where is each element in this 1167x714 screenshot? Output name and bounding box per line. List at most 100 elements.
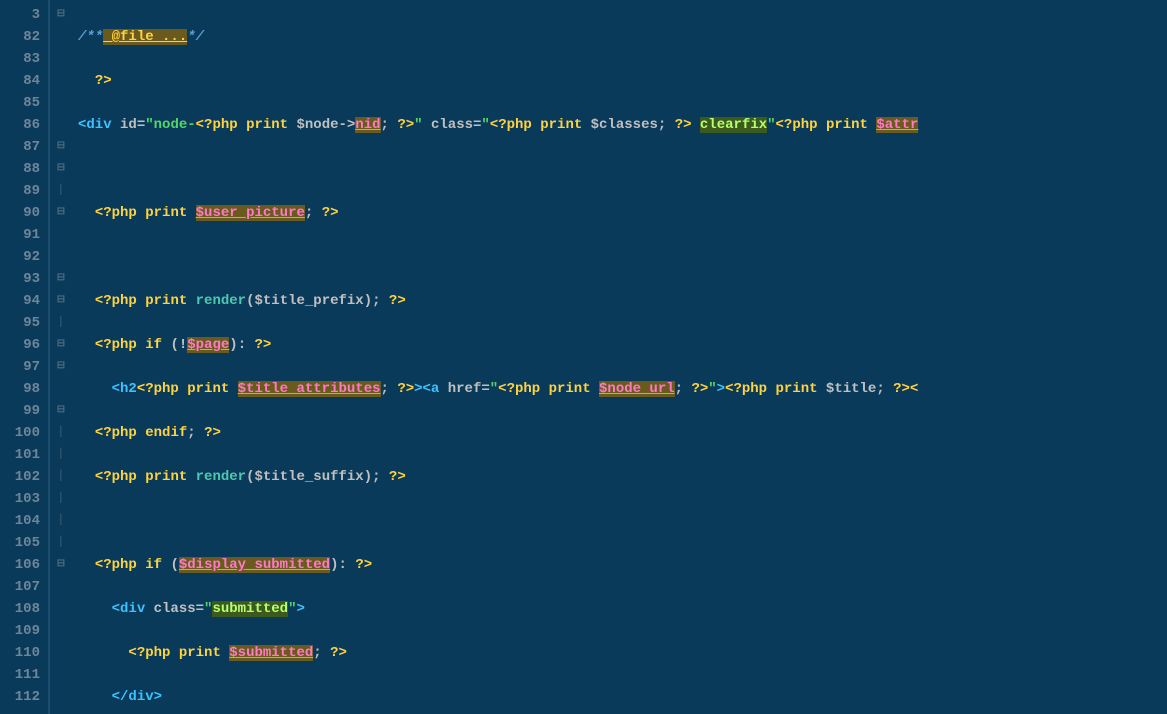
code-line[interactable]: <?php print $submitted; ?> xyxy=(78,642,918,664)
line-number[interactable]: 110 xyxy=(0,642,40,664)
php-close: ?> xyxy=(255,337,272,353)
line-number[interactable]: 94 xyxy=(0,290,40,312)
line-number[interactable]: 97 xyxy=(0,356,40,378)
fold-toggle-icon[interactable]: ⊟ xyxy=(52,356,70,378)
eq: = xyxy=(196,601,204,617)
func: render xyxy=(196,469,246,485)
code-line[interactable]: ?> xyxy=(78,70,918,92)
php-close: ?>< xyxy=(893,381,918,397)
php-close: ?> xyxy=(204,425,221,441)
line-number[interactable]: 93 xyxy=(0,268,40,290)
code-line[interactable]: <?php if ($display_submitted): ?> xyxy=(78,554,918,576)
fold-toggle-icon[interactable]: │ xyxy=(52,510,70,532)
line-number[interactable]: 96 xyxy=(0,334,40,356)
fold-toggle-icon[interactable]: ⊟ xyxy=(52,290,70,312)
fold-toggle-icon[interactable]: ⊟ xyxy=(52,202,70,224)
line-number[interactable]: 95 xyxy=(0,312,40,334)
highlighted-var: $attr xyxy=(876,117,918,133)
code-line[interactable]: <h2<?php print $title_attributes; ?>><a … xyxy=(78,378,918,400)
folded-region[interactable]: @file ... xyxy=(103,29,187,45)
line-number[interactable]: 98 xyxy=(0,378,40,400)
line-number[interactable]: 104 xyxy=(0,510,40,532)
php-close: ?> xyxy=(355,557,372,573)
line-number[interactable]: 99 xyxy=(0,400,40,422)
code-editor[interactable]: 3828384858687888990919293949596979899100… xyxy=(0,0,1167,714)
fold-toggle-icon[interactable]: │ xyxy=(52,532,70,554)
line-number[interactable]: 84 xyxy=(0,70,40,92)
code-line[interactable]: </div> xyxy=(78,686,918,708)
fold-toggle-icon[interactable]: │ xyxy=(52,180,70,202)
line-number[interactable]: 88 xyxy=(0,158,40,180)
php-open: <?php xyxy=(95,337,145,353)
fold-toggle-icon[interactable]: ⊟ xyxy=(52,334,70,356)
code-line[interactable] xyxy=(78,158,918,180)
line-number-gutter[interactable]: 3828384858687888990919293949596979899100… xyxy=(0,0,50,714)
line-number[interactable]: 91 xyxy=(0,224,40,246)
op: -> xyxy=(339,117,356,133)
paren: ) xyxy=(229,337,237,353)
eq: = xyxy=(481,381,489,397)
line-number[interactable]: 100 xyxy=(0,422,40,444)
line-number[interactable]: 108 xyxy=(0,598,40,620)
line-number[interactable]: 85 xyxy=(0,92,40,114)
php-open: <?php xyxy=(95,469,145,485)
line-number[interactable]: 102 xyxy=(0,466,40,488)
quote: " xyxy=(145,117,153,133)
fold-spacer xyxy=(52,224,70,246)
fold-toggle-icon[interactable]: ⊟ xyxy=(52,554,70,576)
line-number[interactable]: 83 xyxy=(0,48,40,70)
var: $title_suffix xyxy=(254,469,363,485)
line-number[interactable]: 107 xyxy=(0,576,40,598)
quote: " xyxy=(481,117,489,133)
fold-toggle-icon[interactable]: │ xyxy=(52,488,70,510)
highlighted-var: $node_url xyxy=(599,381,675,397)
code-line[interactable]: <?php if (!$page): ?> xyxy=(78,334,918,356)
line-number[interactable]: 111 xyxy=(0,664,40,686)
fold-toggle-icon[interactable]: │ xyxy=(52,444,70,466)
code-line[interactable]: <?php print render($title_prefix); ?> xyxy=(78,290,918,312)
fold-toggle-icon[interactable]: │ xyxy=(52,422,70,444)
code-line[interactable] xyxy=(78,510,918,532)
func: render xyxy=(196,293,246,309)
fold-toggle-icon[interactable]: ⊟ xyxy=(52,158,70,180)
fold-toggle-icon[interactable]: ⊟ xyxy=(52,4,70,26)
line-number[interactable]: 89 xyxy=(0,180,40,202)
line-number[interactable]: 112 xyxy=(0,686,40,708)
line-number[interactable]: 106 xyxy=(0,554,40,576)
line-number[interactable]: 90 xyxy=(0,202,40,224)
line-number[interactable]: 86 xyxy=(0,114,40,136)
code-line[interactable]: /** @file ...*/ xyxy=(78,26,918,48)
code-line[interactable] xyxy=(78,246,918,268)
code-area[interactable]: /** @file ...*/ ?> <div id="node-<?php p… xyxy=(72,0,918,714)
code-line[interactable]: <?php print render($title_suffix); ?> xyxy=(78,466,918,488)
code-line[interactable]: <div class="submitted"> xyxy=(78,598,918,620)
fold-toggle-icon[interactable]: ⊟ xyxy=(52,136,70,158)
kw: print xyxy=(246,117,296,133)
fold-toggle-icon[interactable]: │ xyxy=(52,466,70,488)
code-line[interactable]: <?php print $user_picture; ?> xyxy=(78,202,918,224)
php-open: <?php xyxy=(128,645,178,661)
line-number[interactable]: 101 xyxy=(0,444,40,466)
php-close: ?> xyxy=(95,73,112,89)
line-number[interactable]: 3 xyxy=(0,4,40,26)
fold-toggle-icon[interactable]: ⊟ xyxy=(52,268,70,290)
fold-toggle-icon[interactable]: ⊟ xyxy=(52,400,70,422)
php-close: ?> xyxy=(397,381,414,397)
line-number[interactable]: 82 xyxy=(0,26,40,48)
line-number[interactable]: 105 xyxy=(0,532,40,554)
sc: ; xyxy=(381,381,398,397)
php-open: <?php xyxy=(498,381,548,397)
sc: ; xyxy=(372,293,389,309)
code-line[interactable]: <?php endif; ?> xyxy=(78,422,918,444)
highlighted-var: $title_attributes xyxy=(238,381,381,397)
fold-toggle-icon[interactable]: │ xyxy=(52,312,70,334)
attr: id xyxy=(120,117,137,133)
line-number[interactable]: 109 xyxy=(0,620,40,642)
tag: <h2 xyxy=(112,381,137,397)
fold-gutter[interactable]: ⊟⊟⊟│⊟⊟⊟│⊟⊟⊟││││││⊟ xyxy=(50,0,72,714)
line-number[interactable]: 103 xyxy=(0,488,40,510)
line-number[interactable]: 87 xyxy=(0,136,40,158)
code-line[interactable]: <div id="node-<?php print $node->nid; ?>… xyxy=(78,114,918,136)
line-number[interactable]: 92 xyxy=(0,246,40,268)
php-close: ?> xyxy=(389,469,406,485)
